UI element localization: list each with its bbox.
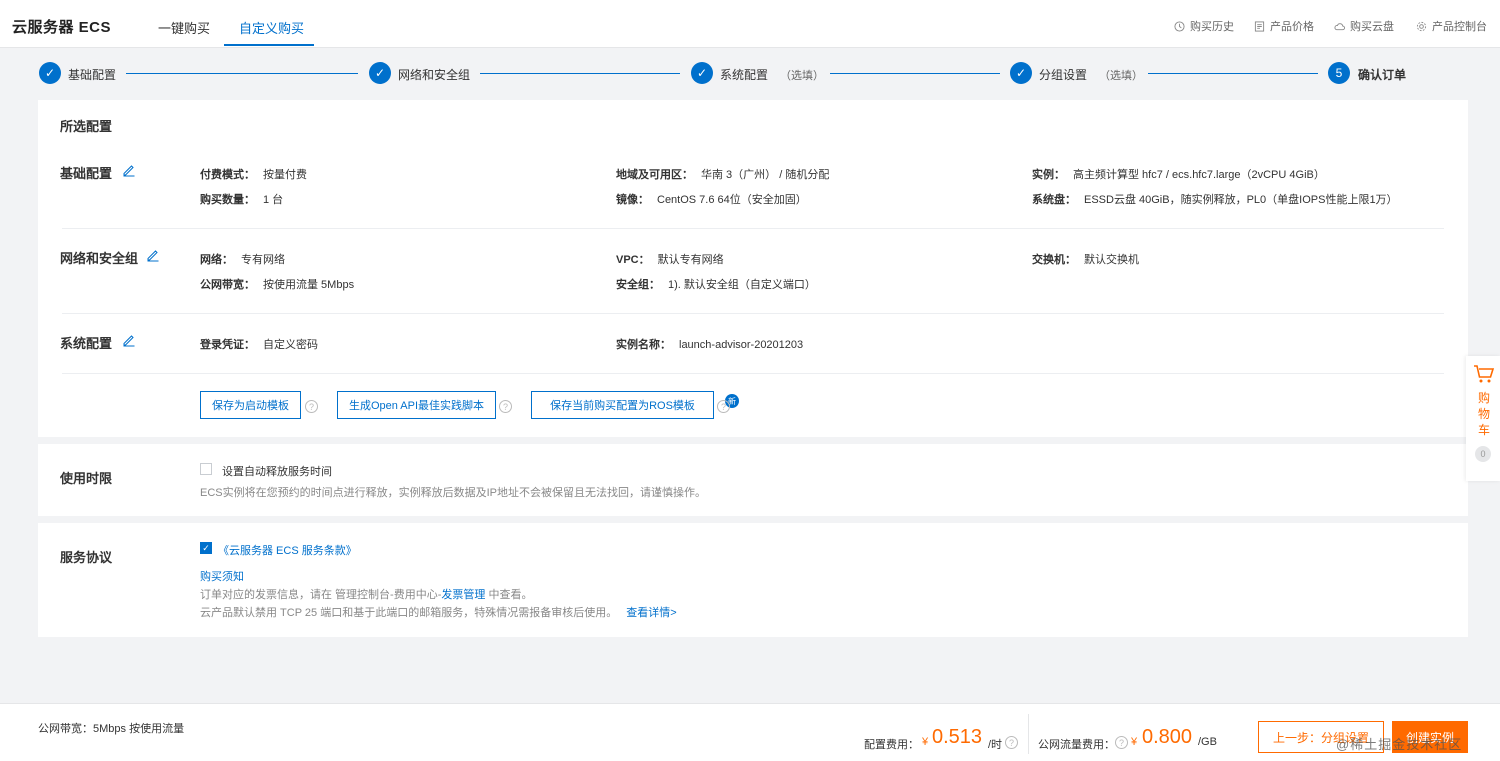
watermark: @稀土掘金技术社区 bbox=[1336, 737, 1463, 752]
agreement-panel: 服务协议 ✓ 《云服务器 ECS 服务条款》 购买须知 订单对应的发票信息，请在… bbox=[38, 523, 1468, 637]
clock-icon bbox=[1174, 20, 1185, 32]
cart-label: 购物车 bbox=[1478, 391, 1491, 437]
bandwidth-summary: 公网带宽：5Mbps 按使用流量 bbox=[38, 723, 185, 735]
port-note: 云产品默认禁用 TCP 25 端口和基于此端口的邮箱服务，特殊情况需报备审核后使… bbox=[200, 607, 677, 619]
divider bbox=[1028, 714, 1029, 754]
purchase-notice-link[interactable]: 购买须知 bbox=[200, 568, 244, 584]
instance-type: 实例： 高主频计算型 hfc7 / ecs.hfc7.large（2vCPU 4G… bbox=[1032, 169, 1325, 181]
cart-count-badge: 0 bbox=[1475, 446, 1491, 462]
help-icon[interactable]: ? bbox=[499, 400, 512, 413]
login-credential: 登录凭证： 自定义密码 bbox=[200, 339, 318, 351]
selected-config-panel: 所选配置 基础配置 付费模式： 按量付费 地域及可用区： 华南 3（广州） / 随机… bbox=[38, 100, 1468, 437]
help-icon[interactable]: ? bbox=[1005, 736, 1018, 749]
edit-system-icon[interactable] bbox=[122, 333, 136, 347]
step-3-label[interactable]: 系统配置 （选填） bbox=[720, 66, 824, 83]
config-fee-currency: ¥ bbox=[922, 736, 929, 748]
config-fee-value: 0.513 bbox=[932, 726, 983, 748]
agree-terms-checkbox[interactable]: ✓ bbox=[200, 542, 212, 554]
buy-disk-label: 购买云盘 bbox=[1350, 21, 1394, 33]
help-icon[interactable]: ? bbox=[717, 400, 730, 413]
selected-config-title: 所选配置 bbox=[60, 119, 113, 134]
duration-title: 使用时限 bbox=[60, 471, 113, 486]
tab-quick-buy[interactable]: 一键购买 bbox=[158, 18, 210, 37]
progress-steps: ✓ 基础配置 ✓ 网络和安全组 ✓ 系统配置 （选填） ✓ 分组设置 （选填） 5 … bbox=[0, 48, 1500, 98]
product-price-link[interactable]: 产品价格 bbox=[1254, 18, 1314, 34]
console-link[interactable]: 产品控制台 bbox=[1416, 18, 1487, 34]
step-connector bbox=[126, 73, 358, 74]
view-details-link[interactable]: 查看详情> bbox=[626, 607, 676, 619]
step-connector bbox=[480, 73, 680, 74]
duration-panel: 使用时限 设置自动释放服务时间 ECS实例将在您预约的时间点进行释放，实例释放后… bbox=[38, 444, 1468, 516]
step-connector bbox=[830, 73, 1000, 74]
system-disk: 系统盘： ESSD云盘 40GiB，随实例释放，PL0（单盘IOPS性能上限1万） bbox=[1032, 194, 1398, 206]
system-config-title: 系统配置 bbox=[60, 336, 113, 351]
step-4-check-icon[interactable]: ✓ bbox=[1010, 62, 1032, 84]
product-price-label: 产品价格 bbox=[1270, 21, 1314, 33]
invoice-management-link[interactable]: 发票管理 bbox=[441, 589, 485, 601]
step-2-label[interactable]: 网络和安全组 bbox=[398, 66, 470, 83]
step-5-number: 5 bbox=[1328, 62, 1350, 84]
step-3-optional: （选填） bbox=[780, 70, 825, 82]
step-2-check-icon[interactable]: ✓ bbox=[369, 62, 391, 84]
divider bbox=[62, 373, 1444, 374]
active-tab-indicator bbox=[224, 44, 314, 46]
tab-custom-buy[interactable]: 自定义购买 bbox=[239, 18, 304, 37]
edit-network-icon[interactable] bbox=[146, 248, 160, 262]
basic-config-title: 基础配置 bbox=[60, 166, 113, 181]
vpc: VPC： 默认专有网络 bbox=[616, 254, 724, 266]
step-5-label: 确认订单 bbox=[1358, 68, 1407, 82]
image: 镜像： CentOS 7.6 64位（安全加固） bbox=[616, 194, 807, 206]
gear-icon bbox=[1416, 21, 1427, 31]
product-title: 云服务器 ECS bbox=[12, 19, 112, 36]
cloud-icon bbox=[1334, 22, 1345, 30]
save-launch-template-button[interactable]: 保存为启动模板 bbox=[200, 391, 301, 419]
purchase-history-link[interactable]: 购买历史 bbox=[1174, 18, 1234, 34]
help-icon[interactable]: ? bbox=[305, 400, 318, 413]
traffic-fee-unit: /GB bbox=[1198, 736, 1217, 748]
config-fee-unit: /时 bbox=[988, 739, 1003, 751]
network-config-title: 网络和安全组 bbox=[60, 251, 139, 266]
vswitch: 交换机： 默认交换机 bbox=[1032, 254, 1139, 266]
security-group: 安全组： 1). 默认安全组（自定义端口） bbox=[616, 279, 816, 291]
shopping-cart[interactable]: 购物车 0 bbox=[1466, 356, 1500, 481]
generate-openapi-script-button[interactable]: 生成Open API最佳实践脚本 bbox=[337, 391, 496, 419]
public-bandwidth: 公网带宽： 按使用流量 5Mbps bbox=[200, 279, 355, 291]
auto-release-label: 设置自动释放服务时间 bbox=[222, 466, 332, 478]
agreement-title: 服务协议 bbox=[60, 550, 113, 565]
divider bbox=[62, 228, 1444, 229]
help-icon[interactable]: ? bbox=[1115, 736, 1128, 749]
ecs-terms-link[interactable]: 《云服务器 ECS 服务条款》 bbox=[218, 542, 357, 558]
auto-release-note: ECS实例将在您预约的时间点进行释放，实例释放后数据及IP地址不会被保留且无法找… bbox=[200, 487, 707, 499]
traffic-fee-currency: ¥ bbox=[1131, 736, 1138, 748]
config-fee-label: 配置费用： bbox=[864, 739, 919, 751]
billing-mode: 付费模式： 按量付费 bbox=[200, 169, 307, 181]
purchase-history-label: 购买历史 bbox=[1190, 21, 1234, 33]
step-4-optional: （选填） bbox=[1099, 70, 1144, 82]
top-bar: 云服务器 ECS 一键购买 自定义购买 购买历史 产品价格 购买云盘 产品控制台 bbox=[0, 0, 1500, 48]
invoice-note: 订单对应的发票信息，请在 管理控制台-费用中心-发票管理 中查看。 bbox=[200, 589, 533, 601]
buy-disk-link[interactable]: 购买云盘 bbox=[1334, 18, 1394, 34]
quantity: 购买数量： 1 台 bbox=[200, 194, 284, 206]
step-3-check-icon[interactable]: ✓ bbox=[691, 62, 713, 84]
traffic-fee-value: 0.800 bbox=[1142, 726, 1193, 748]
network-type: 网络： 专有网络 bbox=[200, 254, 285, 266]
traffic-fee-label: 公网流量费用： bbox=[1038, 739, 1115, 751]
edit-basic-icon[interactable] bbox=[122, 163, 136, 177]
console-label: 产品控制台 bbox=[1432, 21, 1487, 33]
document-icon bbox=[1254, 20, 1265, 32]
divider bbox=[62, 313, 1444, 314]
step-4-label[interactable]: 分组设置 （选填） bbox=[1039, 66, 1143, 83]
instance-name: 实例名称： launch-advisor-20201203 bbox=[616, 339, 804, 351]
save-ros-template-button[interactable]: 保存当前购买配置为ROS模板 bbox=[531, 391, 714, 419]
cart-icon bbox=[1474, 365, 1495, 383]
auto-release-checkbox[interactable] bbox=[200, 463, 212, 475]
step-1-check-icon[interactable]: ✓ bbox=[39, 62, 61, 84]
region-zone: 地域及可用区： 华南 3（广州） / 随机分配 bbox=[616, 169, 830, 181]
order-summary-bar: 公网带宽：5Mbps 按使用流量 配置费用： ¥ 0.513 /时 ? 公网流量… bbox=[0, 703, 1500, 761]
step-connector bbox=[1148, 73, 1318, 74]
step-1-label[interactable]: 基础配置 bbox=[68, 66, 116, 83]
